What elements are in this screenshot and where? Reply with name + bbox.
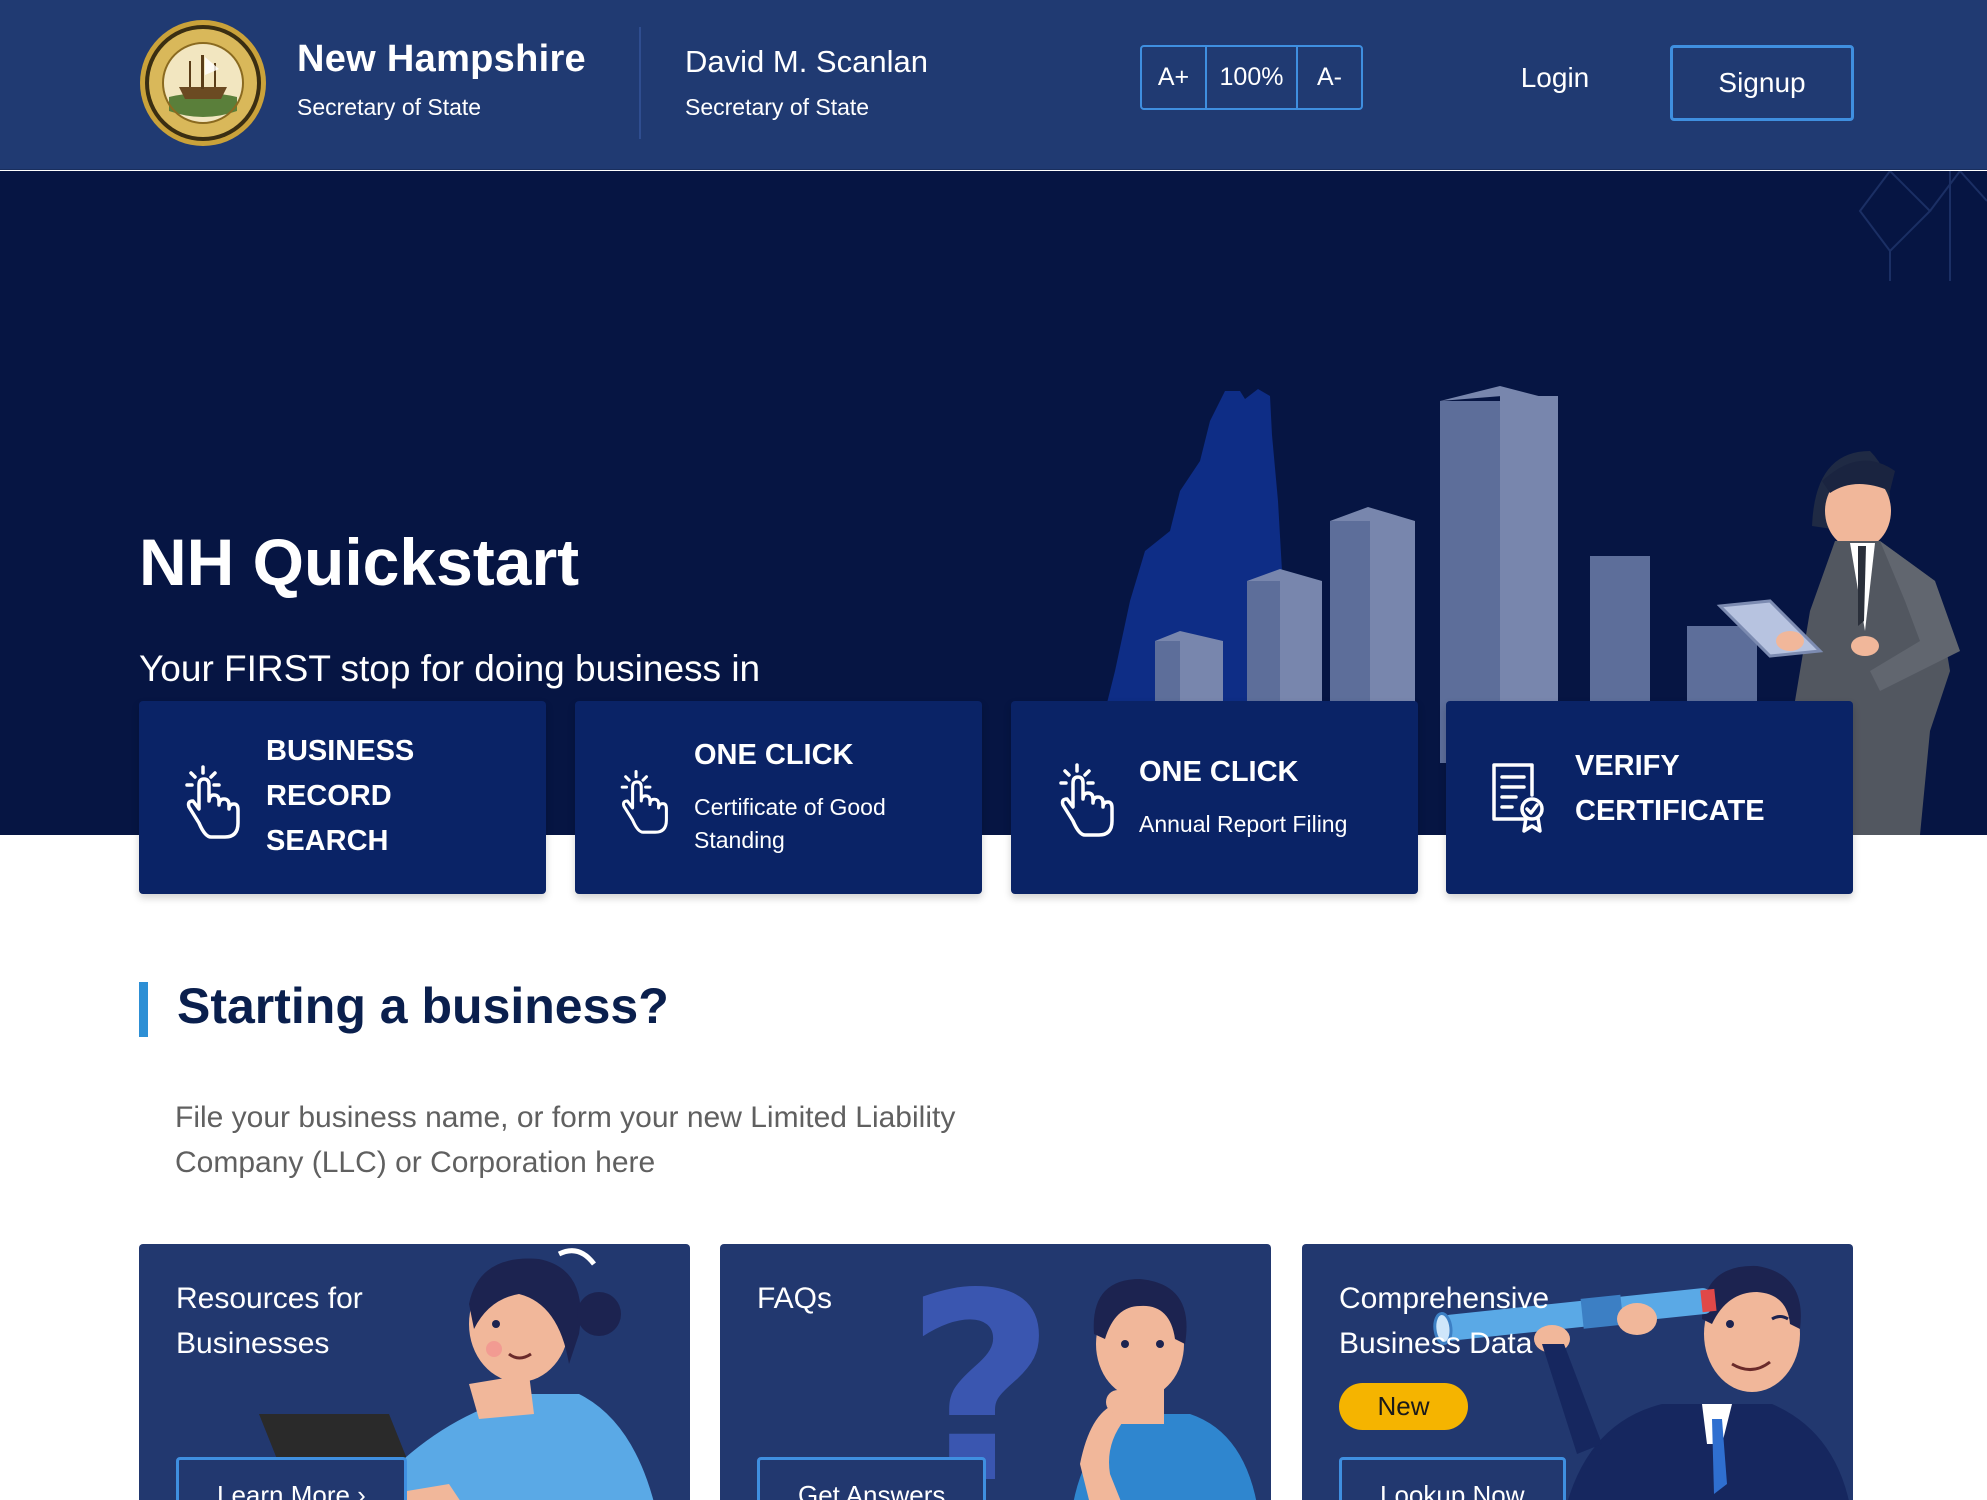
business-record-search-label-3: SEARCH [266,825,389,857]
annual-report-filing-heading: ONE CLICK [1139,756,1299,788]
certificate-icon [1492,763,1544,833]
quick-action-cards: BUSINESS RECORD SEARCH ONE CLICK Certifi… [139,701,1853,894]
certificate-good-standing-card[interactable]: ONE CLICK Certificate of Good Standing [575,701,982,894]
section-description: File your business name, or form your ne… [175,1101,956,1179]
business-data-card[interactable]: Comprehensive Business Data New Lookup N… [1302,1244,1853,1500]
business-record-search-card[interactable]: BUSINESS RECORD SEARCH [139,701,546,894]
decrease-font-button[interactable]: A- [1298,47,1361,108]
brand-title[interactable]: New Hampshire [297,38,586,81]
verify-certificate-label-1: VERIFY [1575,750,1680,782]
pointer-hand-icon [185,765,240,839]
annual-report-filing-card[interactable]: ONE CLICK Annual Report Filing [1011,701,1418,894]
faqs-card-title: FAQs [757,1282,833,1315]
section-title: Starting a business? [177,978,669,1034]
certificate-good-standing-heading: ONE CLICK [694,739,854,771]
verify-certificate-card[interactable]: VERIFY CERTIFICATE [1446,701,1853,894]
pointer-hand-icon [620,770,668,834]
login-link[interactable]: Login [1500,62,1610,94]
annual-report-filing-subtitle: Annual Report Filing [1139,811,1348,837]
resources-card-title: Resources for Businesses [176,1282,363,1360]
site-header: New Hampshire Secretary of State David M… [0,0,1987,170]
business-record-search-label-2: RECORD [266,780,392,812]
state-seal-logo[interactable] [139,19,267,147]
section-accent-bar [139,982,148,1037]
font-size-controls: A+ 100% A- [1140,45,1363,110]
officer-title: Secretary of State [685,94,870,120]
increase-font-button[interactable]: A+ [1142,47,1207,108]
faqs-card[interactable]: ? FAQs Get Answers [720,1244,1271,1500]
signup-button[interactable]: Signup [1670,45,1854,121]
lookup-now-button[interactable]: Lookup Now [1339,1457,1566,1500]
new-badge: New [1339,1383,1468,1430]
verify-certificate-label-2: CERTIFICATE [1575,795,1765,827]
certificate-good-standing-subtitle: Certificate of Good Standing [694,794,886,853]
font-zoom-level[interactable]: 100% [1207,47,1298,108]
pointer-hand-icon [1059,763,1114,837]
learn-more-button[interactable]: Learn More › [176,1457,407,1500]
header-divider [639,27,641,139]
hero-title: NH Quickstart [139,525,580,599]
resources-card[interactable]: Resources for Businesses Learn More › [139,1244,690,1500]
business-record-search-label-1: BUSINESS [266,735,415,767]
brand-subtitle: Secretary of State [297,94,482,120]
business-data-card-title: Comprehensive Business Data [1339,1282,1550,1360]
officer-name: David M. Scanlan [685,44,928,79]
get-answers-button[interactable]: Get Answers [757,1457,987,1500]
